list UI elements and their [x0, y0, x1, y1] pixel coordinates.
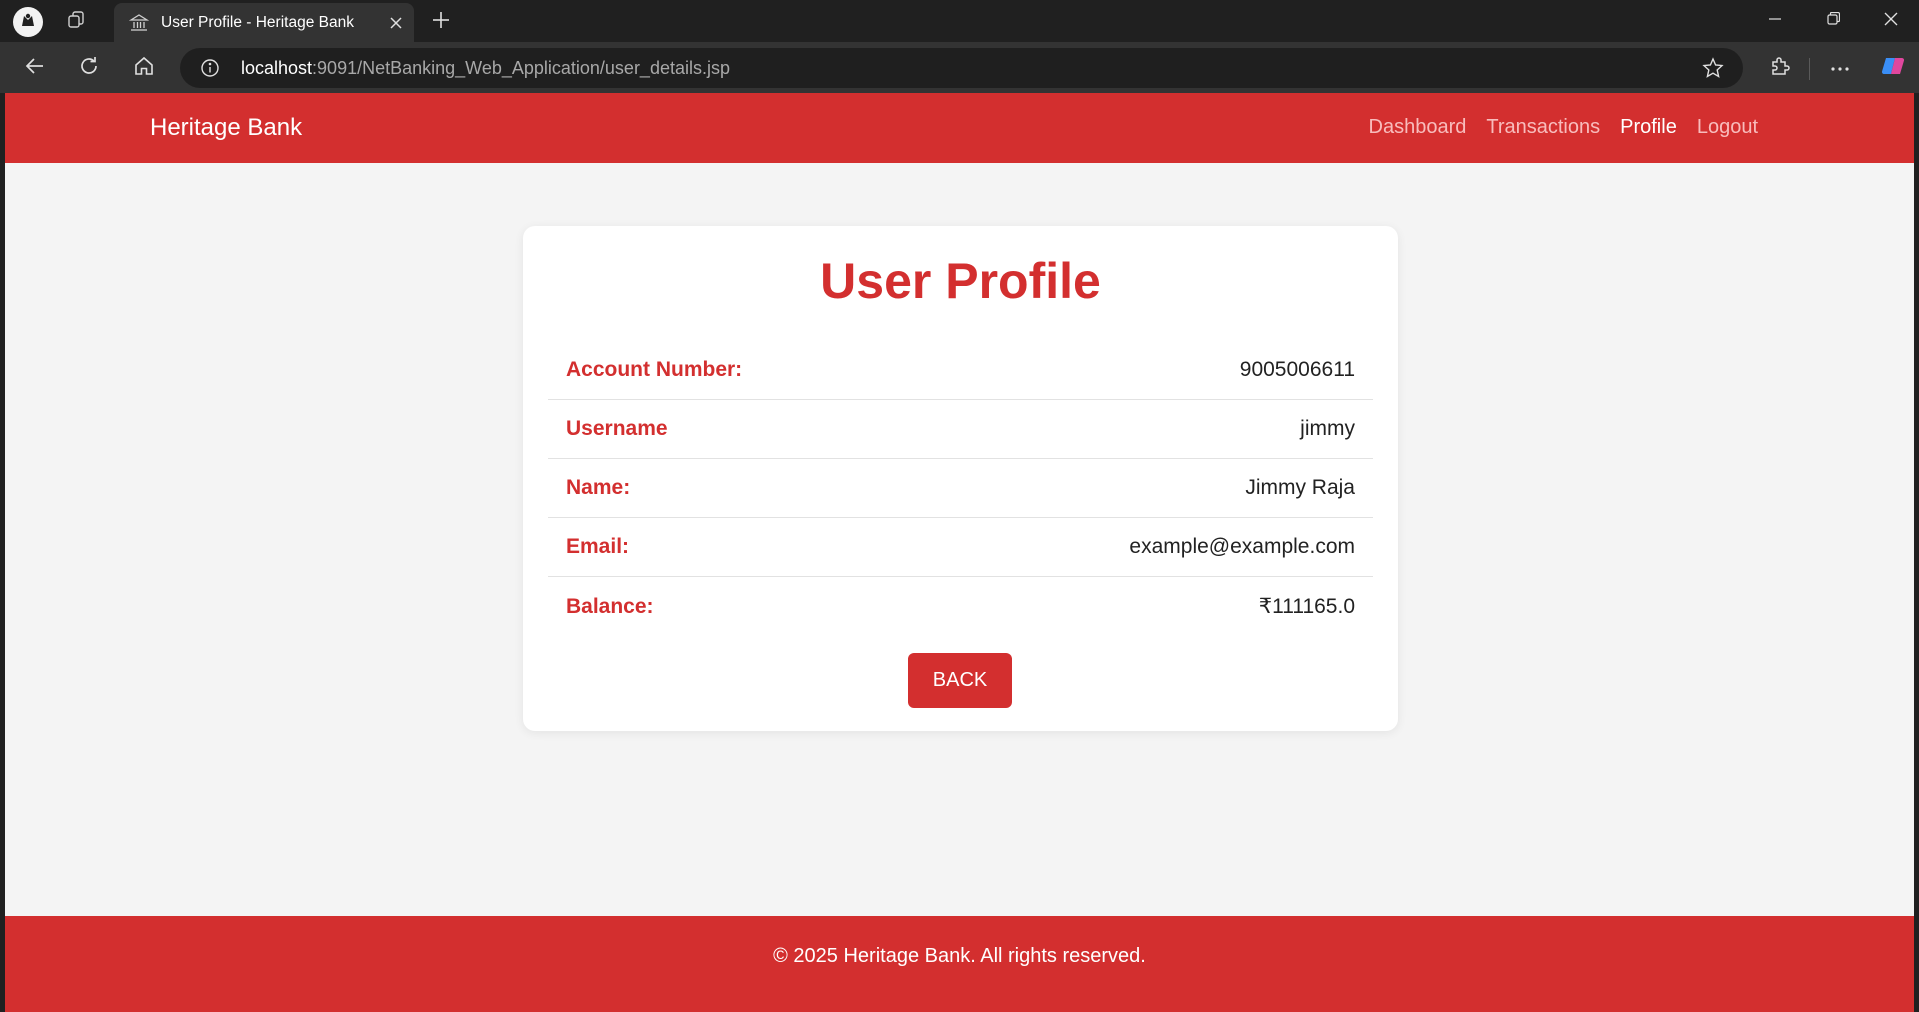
browser-tab-bar: User Profile - Heritage Bank [0, 0, 1919, 42]
detail-value: example@example.com [1129, 535, 1355, 558]
close-window-button[interactable] [1863, 0, 1919, 42]
more-icon [1830, 59, 1850, 77]
detail-row-balance: Balance: ₹111165.0 [548, 577, 1373, 636]
detail-label: Username [566, 417, 668, 440]
tab-title: User Profile - Heritage Bank [161, 13, 354, 31]
home-button[interactable] [129, 53, 159, 83]
profile-icon [19, 11, 37, 34]
address-bar[interactable]: localhost:9091/NetBanking_Web_Applicatio… [180, 48, 1743, 88]
url-text: localhost:9091/NetBanking_Web_Applicatio… [241, 58, 730, 79]
info-icon[interactable] [199, 57, 221, 79]
browser-tab-active[interactable]: User Profile - Heritage Bank [114, 3, 414, 42]
detail-value: ₹111165.0 [1258, 595, 1355, 618]
detail-row-email: Email: example@example.com [548, 518, 1373, 577]
star-icon[interactable] [1701, 56, 1725, 80]
browser-profile-button[interactable] [13, 7, 43, 37]
close-icon[interactable] [384, 11, 408, 35]
nav-links: Dashboard Transactions Profile Logout [1369, 116, 1758, 139]
brand-name[interactable]: Heritage Bank [150, 114, 302, 142]
browser-toolbar: localhost:9091/NetBanking_Web_Applicatio… [0, 42, 1919, 93]
workspaces-button[interactable] [63, 8, 91, 36]
more-options-button[interactable] [1825, 53, 1855, 83]
bank-icon [128, 12, 150, 34]
site-footer: © 2025 Heritage Bank. All rights reserve… [5, 916, 1914, 1012]
home-icon [133, 55, 155, 82]
new-tab-button[interactable] [427, 8, 455, 36]
detail-value: 9005006611 [1239, 358, 1355, 381]
back-button[interactable]: BACK [908, 653, 1012, 708]
page-title: User Profile [820, 253, 1101, 309]
detail-label: Email: [566, 535, 630, 558]
profile-details-table: Account Number: 9005006611 Username jimm… [548, 341, 1373, 636]
minimize-icon [1769, 12, 1781, 30]
restore-button[interactable] [1805, 0, 1861, 42]
nav-link-dashboard[interactable]: Dashboard [1369, 116, 1467, 139]
detail-label: Balance: [566, 594, 654, 618]
toolbar-divider [1809, 58, 1810, 80]
site-navbar: Heritage Bank Dashboard Transactions Pro… [5, 93, 1914, 163]
back-button[interactable] [20, 53, 50, 83]
footer-copyright: © 2025 Heritage Bank. All rights reserve… [773, 945, 1146, 967]
nav-link-transactions[interactable]: Transactions [1486, 116, 1600, 139]
detail-label: Account Number: [566, 358, 743, 381]
copilot-icon [1880, 53, 1906, 84]
nav-link-profile[interactable]: Profile [1620, 116, 1677, 139]
copilot-button[interactable] [1878, 53, 1908, 83]
refresh-button[interactable] [74, 53, 104, 83]
url-host: localhost [241, 58, 313, 78]
detail-value: Jimmy Raja [1245, 476, 1355, 499]
close-icon [1884, 12, 1898, 31]
workspaces-icon [67, 10, 87, 35]
detail-row-name: Name: Jimmy Raja [548, 459, 1373, 518]
restore-icon [1826, 11, 1840, 30]
detail-value: jimmy [1300, 417, 1355, 440]
detail-row-username: Username jimmy [548, 400, 1373, 459]
plus-icon [432, 11, 450, 34]
page-viewport: Heritage Bank Dashboard Transactions Pro… [5, 93, 1914, 1012]
extensions-icon [1769, 55, 1791, 82]
minimize-button[interactable] [1747, 0, 1803, 42]
nav-link-logout[interactable]: Logout [1697, 116, 1758, 139]
extensions-button[interactable] [1765, 53, 1795, 83]
back-arrow-icon [24, 55, 46, 82]
detail-label: Name: [566, 476, 631, 499]
detail-row-account-number: Account Number: 9005006611 [548, 341, 1373, 400]
refresh-icon [78, 55, 100, 82]
url-path: :9091/NetBanking_Web_Application/user_de… [312, 58, 730, 78]
profile-card: User Profile Account Number: 9005006611 … [523, 226, 1398, 731]
